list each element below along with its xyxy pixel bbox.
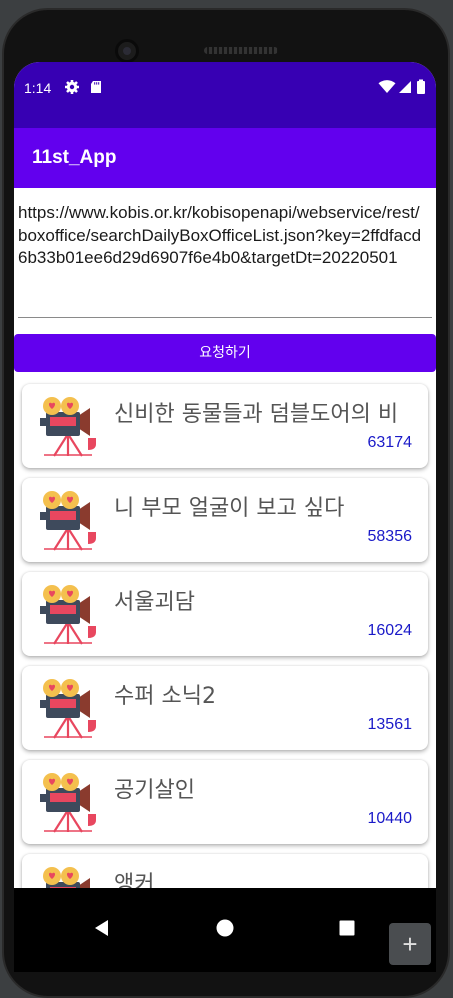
url-input[interactable]: https://www.kobis.or.kr/kobisopenapi/web… <box>18 202 432 318</box>
navigation-bar <box>14 888 436 972</box>
audience-count: 10440 <box>367 810 413 827</box>
recents-icon[interactable] <box>335 916 359 940</box>
earpiece-speaker <box>204 47 278 54</box>
movie-camera-icon <box>38 864 98 888</box>
movie-camera-icon <box>38 488 98 552</box>
emulator-add-button[interactable]: + <box>389 923 431 965</box>
emulator-device: 1:14 11st_App https://www.kobis.or.kr/ko… <box>0 0 453 998</box>
app-bar: 11st_App <box>14 128 436 188</box>
movie-title: 신비한 동물들과 덤블도어의 비 <box>114 402 399 427</box>
back-icon[interactable] <box>90 916 114 940</box>
front-camera <box>115 39 139 63</box>
audience-count: 16024 <box>367 622 413 639</box>
movie-card[interactable]: 서울괴담 16024 <box>22 572 428 656</box>
movie-title: 공기살인 <box>114 778 195 803</box>
audience-count: 58356 <box>367 528 413 545</box>
movie-title: 니 부모 얼굴이 보고 싶다 <box>114 496 345 521</box>
movie-camera-icon <box>38 770 98 834</box>
request-button[interactable]: 요청하기 <box>14 334 436 372</box>
movie-card[interactable]: 앵커 <box>22 854 428 888</box>
movie-camera-icon <box>38 582 98 646</box>
battery-icon <box>417 79 425 94</box>
cell-signal-icon <box>399 81 411 93</box>
movie-camera-icon <box>38 676 98 740</box>
app-title: 11st_App <box>32 147 117 168</box>
movie-card[interactable]: 공기살인 10440 <box>22 760 428 844</box>
movie-camera-icon <box>38 394 98 458</box>
wifi-icon <box>378 80 396 93</box>
movie-title: 서울괴담 <box>114 590 195 615</box>
settings-gear-icon <box>65 80 79 94</box>
movie-title: 앵커 <box>114 872 155 888</box>
movie-card[interactable]: 신비한 동물들과 덤블도어의 비 63174 <box>22 384 428 468</box>
audience-count: 63174 <box>367 434 413 451</box>
status-bar: 1:14 <box>14 62 436 128</box>
home-icon[interactable] <box>213 916 237 940</box>
audience-count: 13561 <box>367 716 413 733</box>
movie-card[interactable]: 수퍼 소닉2 13561 <box>22 666 428 750</box>
status-time: 1:14 <box>24 80 52 96</box>
movie-list[interactable]: 신비한 동물들과 덤블도어의 비 63174 니 부모 얼굴이 보고 싶다 58… <box>14 378 436 888</box>
phone-screen: 1:14 11st_App https://www.kobis.or.kr/ko… <box>14 62 436 972</box>
movie-card[interactable]: 니 부모 얼굴이 보고 싶다 58356 <box>22 478 428 562</box>
movie-title: 수퍼 소닉2 <box>114 684 216 709</box>
sd-card-icon <box>91 81 101 93</box>
